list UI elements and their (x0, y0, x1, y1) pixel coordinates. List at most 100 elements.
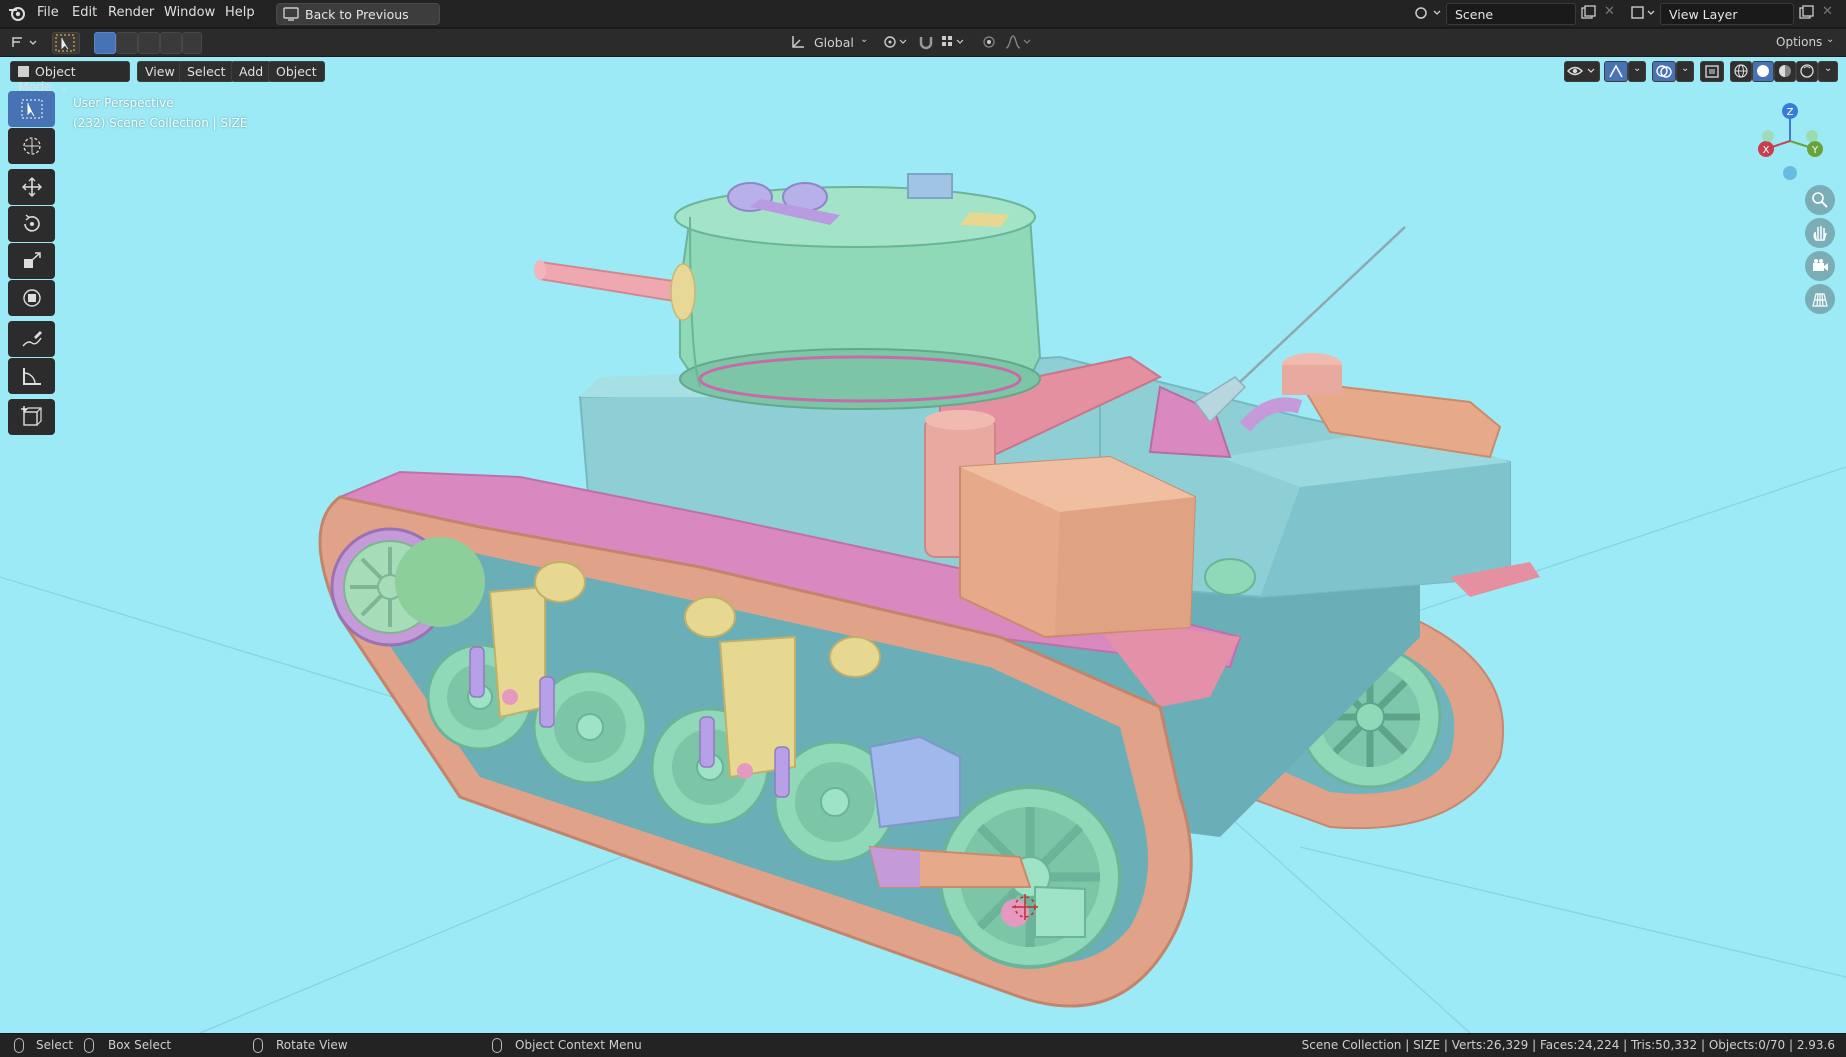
mouse-middle-icon (253, 1038, 263, 1053)
shading-dropdown[interactable]: ⌄ (1818, 61, 1838, 82)
solid-shading-button[interactable] (1752, 61, 1774, 82)
3d-cursor-icon (23, 137, 41, 155)
rendered-shading-button[interactable] (1796, 61, 1818, 82)
material-sphere-icon (1779, 65, 1791, 77)
measure-tool[interactable] (8, 358, 55, 394)
move-arrows-icon (22, 177, 42, 197)
top-menu-bar: File Edit Render Window Help Back to Pre… (0, 0, 1846, 28)
view-menu[interactable]: View (137, 61, 183, 82)
object-mode-dropdown[interactable]: Object Mode ⌄ (10, 61, 130, 94)
move-tool[interactable] (8, 169, 55, 205)
select-menu[interactable]: Select (179, 61, 234, 82)
view-layer-label: View Layer (1669, 7, 1738, 22)
new-scene-icon[interactable] (1580, 5, 1596, 25)
delete-scene-icon[interactable]: ✕ (1604, 4, 1615, 19)
visibility-toggle[interactable] (1564, 61, 1600, 82)
menu-file[interactable]: File (37, 5, 59, 20)
add-menu[interactable]: Add (231, 61, 272, 82)
transform-orientation-dropdown[interactable]: Global (814, 35, 854, 50)
select-new-mode-button[interactable] (94, 32, 116, 54)
gizmo-toggle[interactable] (1604, 61, 1628, 82)
back-to-previous-button[interactable]: Back to Previous (276, 3, 440, 25)
xray-icon (1705, 65, 1719, 78)
select-extend-mode-button[interactable] (116, 32, 138, 54)
select-box-tool[interactable] (8, 91, 55, 127)
toggle-ortho-button[interactable] (1805, 284, 1835, 314)
delete-view-layer-icon[interactable]: ✕ (1822, 4, 1833, 19)
gizmo-dropdown[interactable]: ⌄ (1628, 61, 1646, 82)
cursor-arrow-icon (55, 34, 75, 52)
scale-tool[interactable] (8, 243, 55, 279)
cursor-tool[interactable] (8, 128, 55, 164)
status-bar: Select Box Select Rotate View Object Con… (0, 1033, 1846, 1057)
annotate-tool[interactable] (8, 321, 55, 357)
blender-logo-icon[interactable] (8, 4, 26, 26)
falloff-curve-icon[interactable] (1004, 34, 1034, 54)
pan-button[interactable] (1805, 218, 1835, 248)
scene-selector-icon[interactable] (1414, 4, 1442, 26)
material-preview-button[interactable] (1774, 61, 1796, 82)
tool-settings-bar: Global ⌄ Options ⌄ (0, 29, 1846, 57)
pencil-icon (22, 331, 42, 347)
pivot-point-icon[interactable] (882, 34, 908, 54)
gizmo-icon (1609, 64, 1623, 78)
eye-icon (1567, 66, 1595, 76)
options-dropdown[interactable]: Options (1776, 35, 1822, 49)
menu-window[interactable]: Window (164, 5, 215, 20)
camera-icon (1813, 259, 1828, 271)
collection-info-text: (232) Scene Collection | SIZE (73, 116, 248, 130)
rotate-tool[interactable] (8, 206, 55, 242)
scale-icon (24, 252, 41, 268)
add-cube-tool[interactable] (8, 399, 55, 435)
overlays-dropdown[interactable]: ⌄ (1676, 61, 1694, 82)
mouse-right-icon (492, 1038, 502, 1053)
gizmo-neg-z-axis[interactable] (1783, 166, 1797, 180)
object-menu[interactable]: Object (268, 61, 325, 82)
transform-orientation-icon (790, 34, 806, 54)
select-invert-mode-button[interactable] (160, 32, 182, 54)
navigation-gizmo[interactable]: Z Y X (1740, 93, 1840, 183)
tool-select-mode-button[interactable] (52, 32, 80, 54)
scene-statistics: Scene Collection | SIZE | Verts:26,329 |… (1301, 1038, 1835, 1052)
scene-name-field[interactable]: Scene (1446, 3, 1576, 25)
proportional-editing-icon[interactable] (982, 34, 996, 54)
new-view-layer-icon[interactable] (1798, 5, 1814, 25)
transform-icon (23, 289, 41, 307)
gizmo-y-label: Y (1811, 145, 1819, 156)
gizmo-neg-y-axis[interactable] (1762, 130, 1774, 142)
transform-tool[interactable] (8, 280, 55, 316)
zoom-button[interactable] (1805, 185, 1835, 215)
wireframe-sphere-icon (1734, 64, 1748, 78)
xray-toggle[interactable] (1700, 61, 1724, 82)
view-layer-selector-icon[interactable] (1630, 4, 1658, 26)
rotate-icon (24, 214, 40, 232)
menu-render[interactable]: Render (108, 5, 154, 20)
grid-perspective-icon (1812, 293, 1828, 307)
menu-edit[interactable]: Edit (72, 5, 97, 20)
3d-viewport[interactable]: Object Mode ⌄ View Select Add Object ⌄ ⌄ … (0, 57, 1846, 1033)
rendered-sphere-icon (1800, 64, 1814, 78)
editor-type-icon[interactable] (10, 33, 40, 55)
gizmo-z-label: Z (1787, 107, 1794, 118)
ruler-icon (23, 368, 41, 385)
wireframe-shading-button[interactable] (1730, 61, 1752, 82)
back-to-previous-label: Back to Previous (305, 7, 409, 22)
add-cube-icon (21, 406, 42, 426)
chevron-down-icon: ⌄ (860, 34, 869, 45)
gizmo-x-label: X (1763, 145, 1770, 156)
snap-magnet-icon[interactable] (918, 34, 934, 54)
view-layer-field[interactable]: View Layer (1660, 3, 1794, 25)
gizmo-neg-x-axis[interactable] (1806, 130, 1818, 142)
camera-view-button[interactable] (1805, 251, 1835, 281)
snap-target-icon[interactable] (940, 34, 966, 54)
chevron-down-icon: ⌄ (60, 83, 69, 94)
menu-help[interactable]: Help (225, 5, 255, 20)
chevron-down-icon: ⌄ (1824, 63, 1833, 74)
select-intersect-mode-button[interactable] (182, 32, 202, 54)
overlays-toggle[interactable] (1652, 61, 1676, 82)
hand-icon (1813, 226, 1827, 241)
view-perspective-text: User Perspective (73, 96, 174, 110)
chevron-down-icon: ⌄ (1633, 63, 1642, 74)
mouse-drag-icon (84, 1038, 94, 1053)
select-subtract-mode-button[interactable] (138, 32, 160, 54)
